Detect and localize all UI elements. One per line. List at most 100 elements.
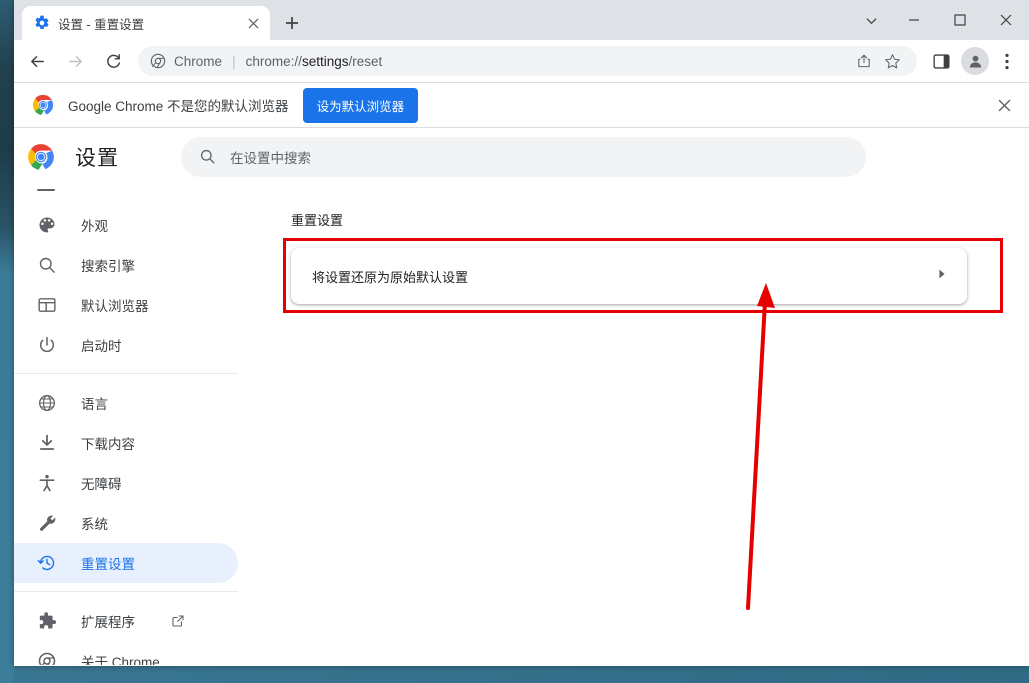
sidebar-item-downloads[interactable]: 下载内容 (14, 423, 238, 463)
sidebar-item-label: 启动时 (81, 339, 122, 354)
share-icon (858, 54, 870, 68)
search-icon (39, 257, 55, 273)
settings-page: 设置 在设置中搜索 外观 搜索引擎 默认浏览器 启动时 语言 下载内容 无障碍 … (14, 128, 1029, 665)
sidebar-item-partial-cutoff[interactable] (14, 185, 238, 205)
wrench-icon (39, 515, 56, 531)
power-icon (39, 336, 55, 353)
profile-avatar-button[interactable] (961, 47, 989, 75)
browser-window: 设置 - 重置设置 Chrome | chrome://settings/res… (14, 0, 1029, 666)
settings-header: 设置 在设置中搜索 (14, 128, 1029, 185)
page-title: 设置 (75, 146, 119, 170)
address-bar[interactable]: Chrome | chrome://settings/reset (138, 46, 917, 76)
sidebar-item-label: 搜索引擎 (81, 259, 135, 274)
url-host: settings (301, 53, 349, 69)
tab-title: 设置 - 重置设置 (58, 17, 145, 32)
set-default-browser-button[interactable]: 设为默认浏览器 (302, 87, 419, 123)
minimize-icon (909, 19, 919, 21)
omnibox-separator: | (232, 53, 236, 69)
window-controls (851, 0, 1029, 40)
default-browser-infobar: Google Chrome 不是您的默认浏览器 设为默认浏览器 (14, 83, 1029, 128)
share-button[interactable] (851, 48, 877, 74)
maximize-icon (954, 14, 966, 26)
chrome-outline-icon (150, 53, 166, 69)
external-link-icon (172, 615, 184, 627)
omnibox-url: chrome://settings/reset (246, 54, 383, 69)
browser-toolbar: Chrome | chrome://settings/reset (14, 40, 1029, 83)
chevron-down-icon (865, 17, 877, 24)
plus-icon (286, 17, 298, 29)
chrome-logo-icon (28, 143, 54, 170)
settings-search-box[interactable]: 在设置中搜索 (181, 136, 866, 177)
sidebar-group-2: 语言 下载内容 无障碍 系统 重置设置 (14, 373, 238, 583)
sidebar-item-reset-settings[interactable]: 重置设置 (14, 543, 238, 583)
desktop-background (0, 0, 14, 683)
side-panel-button[interactable] (925, 45, 957, 77)
chrome-logo-icon (32, 94, 54, 116)
side-panel-icon (932, 53, 950, 69)
close-icon (247, 17, 259, 29)
partial-icon (37, 189, 55, 191)
star-icon (884, 53, 900, 68)
reload-button[interactable] (96, 44, 130, 78)
maximize-button[interactable] (937, 0, 983, 40)
browser-window-icon (38, 298, 56, 312)
omnibox-actions (851, 48, 905, 74)
browser-menu-button[interactable] (991, 45, 1023, 77)
forward-button[interactable] (58, 44, 92, 78)
accessibility-icon (39, 474, 55, 492)
sidebar-item-default-browser[interactable]: 默认浏览器 (14, 285, 238, 325)
puzzle-icon (39, 612, 56, 629)
tab-close-button[interactable] (244, 14, 262, 32)
three-dot-menu-icon (1005, 53, 1009, 69)
settings-content: 重置设置 将设置还原为原始默认设置 (238, 185, 1029, 665)
avatar-icon (969, 55, 981, 67)
sidebar-item-label: 关于 Chrome (81, 655, 160, 665)
forward-arrow-icon (68, 55, 82, 67)
gear-icon (35, 15, 49, 29)
search-icon (200, 149, 215, 164)
url-path: /reset (348, 53, 383, 69)
restore-history-icon (37, 555, 55, 571)
close-icon (998, 99, 1010, 111)
sidebar-item-languages[interactable]: 语言 (14, 383, 238, 423)
sidebar-item-label: 系统 (81, 517, 108, 532)
sidebar-item-label: 外观 (81, 219, 108, 234)
restore-defaults-label: 将设置还原为原始默认设置 (312, 269, 469, 285)
tab-search-button[interactable] (851, 0, 891, 40)
sidebar-group-3: 扩展程序 关于 Chrome (14, 591, 238, 665)
settings-body: 外观 搜索引擎 默认浏览器 启动时 语言 下载内容 无障碍 系统 重置设置 扩展… (14, 185, 1029, 665)
back-arrow-icon (30, 55, 44, 67)
sidebar-item-label: 下载内容 (81, 437, 135, 452)
sidebar-group-1: 外观 搜索引擎 默认浏览器 启动时 (14, 205, 238, 365)
caret-right-icon (939, 269, 945, 279)
sidebar-item-about-chrome[interactable]: 关于 Chrome (14, 641, 238, 665)
infobar-close-button[interactable] (989, 90, 1019, 120)
restore-defaults-row[interactable]: 将设置还原为原始默认设置 (291, 248, 967, 304)
sidebar-item-system[interactable]: 系统 (14, 503, 238, 543)
sidebar-item-label: 默认浏览器 (81, 299, 149, 314)
section-title: 重置设置 (291, 213, 344, 228)
new-tab-button[interactable] (278, 9, 306, 37)
close-window-button[interactable] (983, 0, 1029, 40)
back-button[interactable] (20, 44, 54, 78)
bookmark-button[interactable] (879, 48, 905, 74)
sidebar-item-accessibility[interactable]: 无障碍 (14, 463, 238, 503)
sidebar-item-appearance[interactable]: 外观 (14, 205, 238, 245)
browser-tab[interactable]: 设置 - 重置设置 (22, 6, 270, 40)
omnibox-chip-label: Chrome (174, 53, 223, 69)
chevron-right-icon (937, 267, 947, 285)
tab-strip: 设置 - 重置设置 (14, 0, 1029, 40)
sidebar-item-on-startup[interactable]: 启动时 (14, 325, 238, 365)
sidebar-item-search-engine[interactable]: 搜索引擎 (14, 245, 238, 285)
globe-icon (38, 394, 56, 412)
download-icon (39, 434, 55, 450)
search-input[interactable]: 在设置中搜索 (230, 147, 311, 167)
close-icon (1000, 14, 1012, 26)
minimize-button[interactable] (891, 0, 937, 40)
infobar-message: Google Chrome 不是您的默认浏览器 (68, 99, 289, 114)
chrome-outline-icon (38, 652, 56, 665)
sidebar-item-label: 无障碍 (81, 477, 122, 492)
url-prefix: chrome:// (245, 53, 302, 69)
settings-sidebar: 外观 搜索引擎 默认浏览器 启动时 语言 下载内容 无障碍 系统 重置设置 扩展… (14, 185, 238, 665)
sidebar-item-extensions[interactable]: 扩展程序 (14, 601, 238, 641)
